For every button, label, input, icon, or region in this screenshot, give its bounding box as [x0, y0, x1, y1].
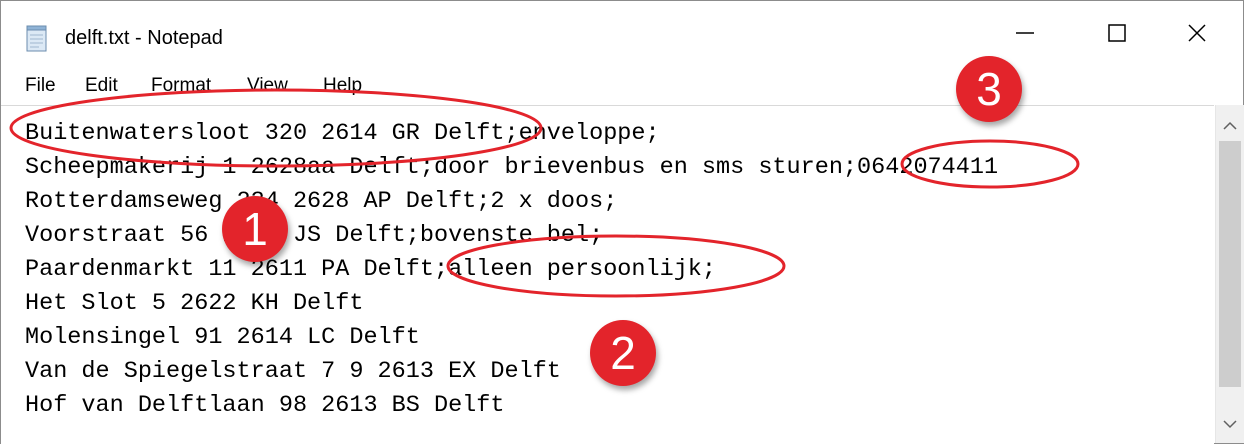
text-line: Scheepmakerij 1 2628aa Delft;door brieve…: [25, 154, 999, 181]
scroll-down-button[interactable]: [1216, 409, 1244, 439]
annotation-badge-1: 1: [222, 196, 288, 262]
text-line: Het Slot 5 2622 KH Delft: [25, 290, 364, 317]
maximize-button[interactable]: [1071, 1, 1163, 65]
menu-help[interactable]: Help: [323, 75, 362, 97]
scrollbar-thumb[interactable]: [1219, 141, 1241, 387]
annotation-badge-2: 2: [590, 320, 656, 386]
annotation-badge-3: 3: [956, 56, 1022, 122]
menu-bar: File Edit Format View Help: [1, 71, 1243, 103]
text-line: Buitenwatersloot 320 2614 GR Delft;envel…: [25, 120, 660, 147]
close-icon: [1188, 24, 1206, 42]
maximize-icon: [1108, 24, 1126, 42]
scroll-up-button[interactable]: [1216, 111, 1244, 141]
title-bar[interactable]: delft.txt - Notepad: [1, 1, 1243, 65]
menu-view[interactable]: View: [247, 75, 288, 97]
text-line: Voorstraat 56 2611 JS Delft;bovenste bel…: [25, 222, 604, 249]
text-line: Van de Spiegelstraat 7 9 2613 EX Delft: [25, 358, 561, 385]
text-line: Hof van Delftlaan 98 2613 BS Delft: [25, 392, 505, 419]
notepad-icon: [26, 25, 47, 52]
close-button[interactable]: [1151, 1, 1243, 65]
chevron-down-icon: [1223, 420, 1237, 429]
text-editor[interactable]: Buitenwatersloot 320 2614 GR Delft;envel…: [1, 105, 1214, 444]
text-line: Paardenmarkt 11 2611 PA Delft;alleen per…: [25, 256, 717, 283]
text-line: Rotterdamseweg 234 2628 AP Delft;2 x doo…: [25, 188, 618, 215]
chevron-up-icon: [1223, 121, 1237, 130]
menu-format[interactable]: Format: [151, 75, 211, 97]
menu-edit[interactable]: Edit: [85, 75, 118, 97]
text-line: Molensingel 91 2614 LC Delft: [25, 324, 420, 351]
menu-file[interactable]: File: [25, 75, 56, 97]
vertical-scrollbar[interactable]: [1215, 105, 1244, 443]
window-title: delft.txt - Notepad: [65, 27, 223, 49]
minimize-icon: [1016, 32, 1034, 34]
